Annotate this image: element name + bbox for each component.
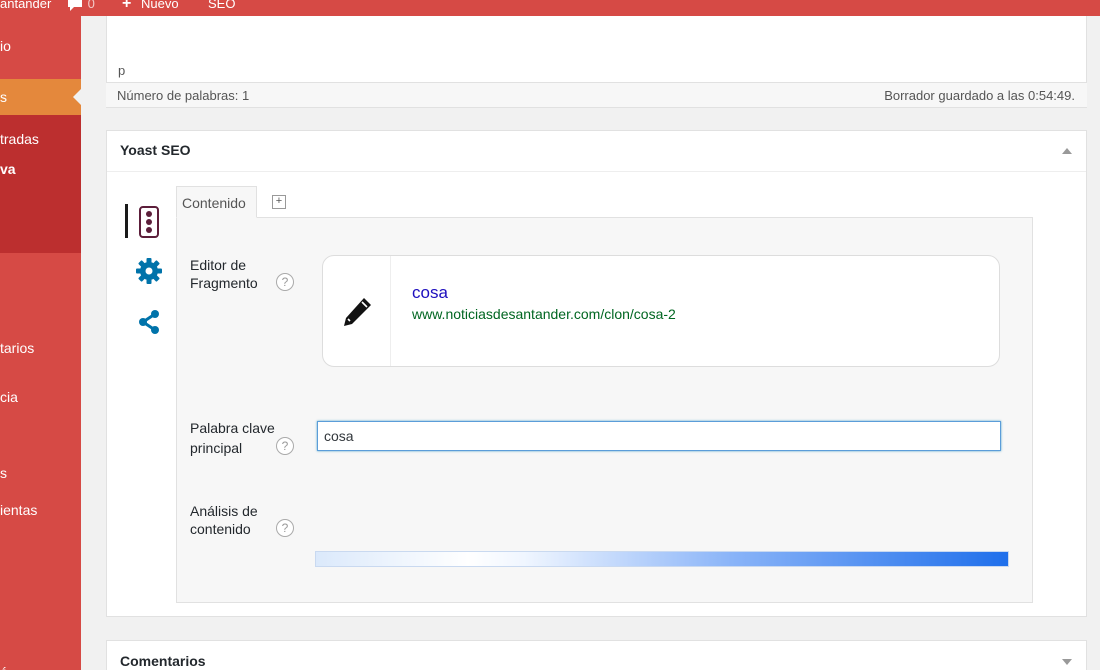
admin-bar: antander 0 + Nuevo SEO bbox=[0, 0, 1100, 16]
comments-count: 0 bbox=[87, 0, 95, 11]
editor-element-path: p bbox=[118, 63, 126, 78]
keyword-help-icon[interactable]: ? bbox=[276, 437, 294, 455]
sidebar-item-posts[interactable]: s bbox=[0, 87, 7, 107]
word-count: Número de palabras: 1 bbox=[117, 88, 250, 103]
sidebar-active-item[interactable] bbox=[0, 79, 81, 115]
yoast-metabox-header[interactable]: Yoast SEO bbox=[107, 131, 1086, 172]
share-icon bbox=[139, 310, 159, 334]
active-tab-indicator bbox=[125, 204, 128, 238]
sidebar-item-comments[interactable]: tarios bbox=[0, 338, 34, 358]
snippet-preview[interactable]: cosa www.noticiasdesantander.com/clon/co… bbox=[322, 255, 1000, 367]
snippet-url: www.noticiasdesantander.com/clon/cosa-2 bbox=[412, 306, 676, 322]
active-pointer-arrow bbox=[73, 89, 81, 105]
advanced-settings-tab[interactable] bbox=[134, 256, 164, 286]
comment-bubble-icon bbox=[68, 0, 82, 11]
gear-icon bbox=[136, 258, 162, 284]
analysis-label-line1: Análisis de bbox=[190, 503, 258, 519]
plus-icon: + bbox=[122, 0, 132, 12]
keyword-label-line2: principal bbox=[190, 440, 243, 456]
tab-contenido[interactable]: Contenido bbox=[176, 186, 257, 218]
comments-link[interactable]: 0 bbox=[66, 0, 95, 13]
analysis-label-line2: contenido bbox=[190, 521, 251, 537]
sidebar-item-settings[interactable]: ó bbox=[0, 662, 8, 670]
analysis-help-icon[interactable]: ? bbox=[276, 519, 294, 537]
pencil-icon bbox=[344, 298, 371, 326]
snippet-editor-label-line2: Fragmento bbox=[190, 275, 258, 291]
sidebar-item-appearance[interactable]: cia bbox=[0, 387, 18, 407]
snippet-editor-label-line1: Editor de bbox=[190, 257, 247, 273]
sidebar-subitem-add-new[interactable]: va bbox=[0, 159, 16, 179]
yoast-metabox-title: Yoast SEO bbox=[120, 142, 191, 158]
draft-saved-status: Borrador guardado a las 0:54:49. bbox=[884, 88, 1075, 103]
focus-keyword-input[interactable] bbox=[317, 421, 1001, 451]
seo-link[interactable]: SEO bbox=[208, 0, 235, 13]
site-name-link[interactable]: antander bbox=[0, 0, 51, 13]
sidebar-subitem-all-posts[interactable]: tradas bbox=[0, 129, 39, 149]
snippet-title: cosa bbox=[412, 283, 448, 302]
sidebar-item-tools[interactable]: ientas bbox=[0, 500, 37, 520]
comments-metabox: Comentarios bbox=[106, 640, 1087, 670]
editor-status-bar: Número de palabras: 1 Borrador guardado … bbox=[106, 82, 1087, 108]
content-analysis-tab[interactable] bbox=[124, 203, 162, 239]
snippet-help-icon[interactable]: ? bbox=[276, 273, 294, 291]
new-content-link[interactable]: + Nuevo bbox=[122, 0, 179, 13]
expand-toggle-icon[interactable] bbox=[1062, 659, 1072, 665]
new-content-label: Nuevo bbox=[140, 0, 179, 11]
social-tab[interactable] bbox=[134, 307, 164, 337]
analysis-loading-bar bbox=[315, 551, 1009, 567]
add-keyword-tab-button[interactable]: + bbox=[272, 195, 286, 209]
comments-metabox-title[interactable]: Comentarios bbox=[120, 653, 206, 669]
traffic-light-icon bbox=[139, 206, 159, 238]
collapse-toggle-icon[interactable] bbox=[1062, 148, 1072, 154]
sidebar-item-dashboard[interactable]: io bbox=[0, 36, 11, 56]
keyword-label-line1: Palabra clave bbox=[190, 420, 275, 436]
tab-contenido-label: Contenido bbox=[182, 195, 246, 211]
admin-sidebar: io s tradas va tarios cia s ientas ó bbox=[0, 16, 81, 670]
sidebar-item-users[interactable]: s bbox=[0, 463, 7, 483]
edit-snippet-button[interactable] bbox=[323, 256, 391, 366]
